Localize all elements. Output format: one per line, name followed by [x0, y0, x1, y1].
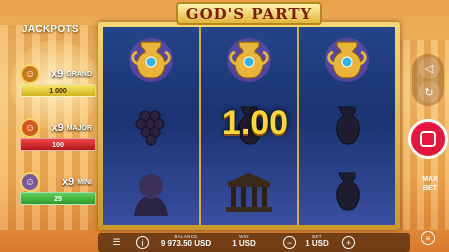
- hamburger-icon: ☰: [112, 237, 121, 247]
- coin-stack-icon: ≡: [425, 233, 431, 243]
- jackpot-major-name: MAJOR: [66, 124, 92, 132]
- win-amount-display: 1.00: [221, 104, 289, 142]
- balance-display: BALANCE 9 973.50 USD: [155, 234, 217, 248]
- win-label: WIN: [239, 234, 249, 239]
- jackpot-mini-value: 25: [20, 192, 96, 205]
- minus-icon: −: [286, 237, 293, 248]
- symbol-dark-zeus: [103, 159, 199, 225]
- symbol-golden-amphora: [201, 27, 297, 93]
- jackpot-major-value: 100: [20, 138, 96, 151]
- win-value: 1 USD: [232, 239, 256, 248]
- spin-button[interactable]: [408, 119, 448, 159]
- info-icon: i: [141, 237, 144, 248]
- coins-button[interactable]: ≡: [421, 231, 435, 245]
- max-bet-label: MAX BET: [422, 176, 438, 192]
- info-button[interactable]: i: [136, 236, 149, 249]
- stop-square-icon: [420, 131, 436, 147]
- speaker-icon: ◁: [424, 62, 434, 75]
- plus-icon: +: [345, 237, 352, 248]
- balance-value: 9 973.50 USD: [160, 239, 212, 248]
- symbol-dark-vase: [299, 93, 395, 159]
- jackpot-major: ☺ x9 MAJOR 100: [20, 118, 96, 151]
- sound-button[interactable]: ◁: [418, 57, 440, 79]
- hero-portrait-icon: ☺: [20, 118, 40, 138]
- bet-label: BET: [312, 234, 322, 239]
- bet-display: BET 1 USD: [300, 234, 334, 248]
- autoplay-button[interactable]: ↻: [418, 81, 440, 103]
- menu-button[interactable]: ☰: [110, 236, 123, 249]
- symbol-dark-vase: [299, 159, 395, 225]
- jackpot-mini-name: MINI: [77, 178, 92, 186]
- max-bet-button[interactable]: MAX BET: [412, 175, 448, 193]
- game-title-banner: GOD'S PARTY: [176, 2, 322, 25]
- jackpot-major-multiplier: x9: [51, 122, 64, 134]
- jackpot-grand-name: GRAND: [66, 70, 92, 78]
- jackpot-grand-multiplier: x9: [51, 68, 64, 80]
- autoplay-icon: ↻: [424, 86, 434, 99]
- zeus-portrait-icon: ☺: [20, 64, 40, 84]
- symbol-golden-amphora: [103, 27, 199, 93]
- symbol-dark-temple: [201, 159, 297, 225]
- jackpot-grand-value: 1 000: [20, 84, 96, 97]
- god-portrait-icon: ☺: [20, 172, 40, 192]
- reel-3: [299, 27, 395, 225]
- bet-increase-button[interactable]: +: [342, 236, 355, 249]
- win-display: WIN 1 USD: [228, 234, 260, 248]
- jackpot-mini: ☺ x9 MINI 25: [20, 172, 96, 205]
- bet-decrease-button[interactable]: −: [283, 236, 296, 249]
- balance-label: BALANCE: [174, 234, 198, 239]
- reel-1: [103, 27, 201, 225]
- jackpot-mini-multiplier: x9: [61, 176, 75, 188]
- bet-value: 1 USD: [305, 239, 329, 248]
- jackpot-grand: ☺ x9 GRAND 1 000: [20, 64, 96, 97]
- symbol-dark-grapes: [103, 93, 199, 159]
- jackpots-title: JACKPOTS: [22, 24, 79, 35]
- symbol-golden-amphora: [299, 27, 395, 93]
